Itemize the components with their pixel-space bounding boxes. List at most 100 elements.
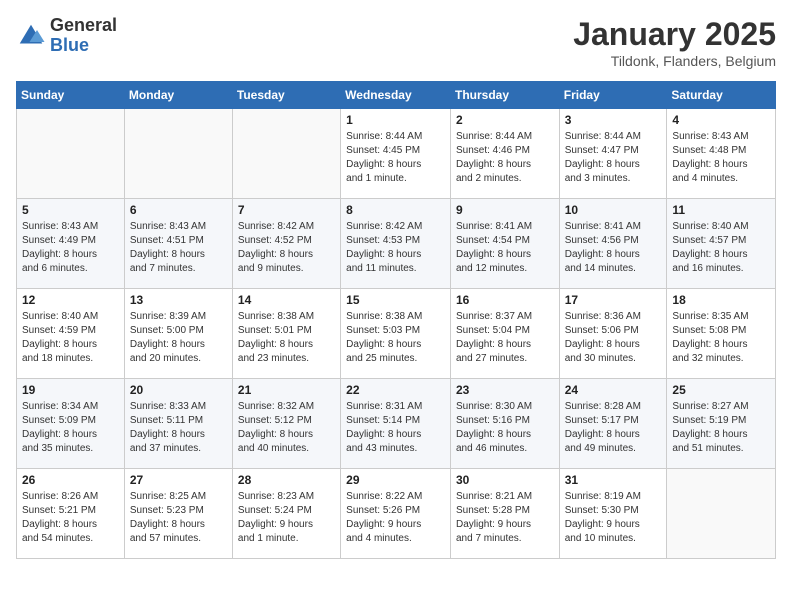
day-info: Sunrise: 8:26 AM Sunset: 5:21 PM Dayligh… (22, 490, 119, 546)
day-info: Sunrise: 8:40 AM Sunset: 4:57 PM Dayligh… (672, 220, 770, 276)
calendar-week-5: 26 Sunrise: 8:26 AM Sunset: 5:21 PM Dayli… (17, 469, 776, 559)
day-number: 20 (130, 383, 227, 397)
day-info: Sunrise: 8:40 AM Sunset: 4:59 PM Dayligh… (22, 310, 119, 366)
day-info: Sunrise: 8:35 AM Sunset: 5:08 PM Dayligh… (672, 310, 770, 366)
day-info: Sunrise: 8:38 AM Sunset: 5:01 PM Dayligh… (238, 310, 335, 366)
calendar-cell: 25 Sunrise: 8:27 AM Sunset: 5:19 PM Dayli… (667, 379, 776, 469)
weekday-header-tuesday: Tuesday (232, 82, 340, 109)
calendar-cell: 3 Sunrise: 8:44 AM Sunset: 4:47 PM Daylig… (559, 109, 667, 199)
calendar-cell: 19 Sunrise: 8:34 AM Sunset: 5:09 PM Dayli… (17, 379, 125, 469)
calendar-cell: 22Sunrise: 8:31 AM Sunset: 5:14 PM Dayli… (341, 379, 451, 469)
day-info: Sunrise: 8:22 AM Sunset: 5:26 PM Dayligh… (346, 490, 445, 546)
day-info: Sunrise: 8:21 AM Sunset: 5:28 PM Dayligh… (456, 490, 554, 546)
logo-general: General (50, 16, 117, 36)
day-number: 30 (456, 473, 554, 487)
day-info: Sunrise: 8:39 AM Sunset: 5:00 PM Dayligh… (130, 310, 227, 366)
day-number: 27 (130, 473, 227, 487)
logo-text: General Blue (50, 16, 117, 56)
calendar-week-2: 5 Sunrise: 8:43 AM Sunset: 4:49 PM Daylig… (17, 199, 776, 289)
calendar-cell: 14 Sunrise: 8:38 AM Sunset: 5:01 PM Dayli… (232, 289, 340, 379)
day-number: 5 (22, 203, 119, 217)
day-number: 23 (456, 383, 554, 397)
day-number: 26 (22, 473, 119, 487)
day-number: 2 (456, 113, 554, 127)
day-info: Sunrise: 8:44 AM Sunset: 4:47 PM Dayligh… (565, 130, 662, 186)
calendar-cell: 27 Sunrise: 8:25 AM Sunset: 5:23 PM Dayli… (124, 469, 232, 559)
day-number: 3 (565, 113, 662, 127)
day-info: Sunrise: 8:43 AM Sunset: 4:51 PM Dayligh… (130, 220, 227, 276)
calendar-cell: 12 Sunrise: 8:40 AM Sunset: 4:59 PM Dayli… (17, 289, 125, 379)
calendar-cell (667, 469, 776, 559)
weekday-row: SundayMondayTuesdayWednesdayThursdayFrid… (17, 82, 776, 109)
calendar-cell: 28 Sunrise: 8:23 AM Sunset: 5:24 PM Dayli… (232, 469, 340, 559)
day-number: 14 (238, 293, 335, 307)
weekday-header-thursday: Thursday (450, 82, 559, 109)
day-info: Sunrise: 8:37 AM Sunset: 5:04 PM Dayligh… (456, 310, 554, 366)
day-number: 7 (238, 203, 335, 217)
day-number: 25 (672, 383, 770, 397)
day-number: 12 (22, 293, 119, 307)
calendar-cell: 17Sunrise: 8:36 AM Sunset: 5:06 PM Dayli… (559, 289, 667, 379)
day-number: 17 (565, 293, 662, 307)
day-info: Sunrise: 8:30 AM Sunset: 5:16 PM Dayligh… (456, 400, 554, 456)
calendar-week-3: 12 Sunrise: 8:40 AM Sunset: 4:59 PM Dayli… (17, 289, 776, 379)
day-info: Sunrise: 8:34 AM Sunset: 5:09 PM Dayligh… (22, 400, 119, 456)
weekday-header-sunday: Sunday (17, 82, 125, 109)
calendar-cell: 15Sunrise: 8:38 AM Sunset: 5:03 PM Dayli… (341, 289, 451, 379)
calendar-cell: 29 Sunrise: 8:22 AM Sunset: 5:26 PM Dayli… (341, 469, 451, 559)
calendar-cell: 4Sunrise: 8:43 AM Sunset: 4:48 PM Daylig… (667, 109, 776, 199)
calendar-cell (17, 109, 125, 199)
calendar-cell: 6 Sunrise: 8:43 AM Sunset: 4:51 PM Daylig… (124, 199, 232, 289)
calendar-cell (232, 109, 340, 199)
calendar-cell: 1 Sunrise: 8:44 AM Sunset: 4:45 PM Daylig… (341, 109, 451, 199)
day-info: Sunrise: 8:43 AM Sunset: 4:49 PM Dayligh… (22, 220, 119, 276)
calendar-cell: 30 Sunrise: 8:21 AM Sunset: 5:28 PM Dayli… (450, 469, 559, 559)
calendar-cell: 7 Sunrise: 8:42 AM Sunset: 4:52 PM Daylig… (232, 199, 340, 289)
calendar-cell: 20Sunrise: 8:33 AM Sunset: 5:11 PM Dayli… (124, 379, 232, 469)
calendar-cell: 23 Sunrise: 8:30 AM Sunset: 5:16 PM Dayli… (450, 379, 559, 469)
day-info: Sunrise: 8:23 AM Sunset: 5:24 PM Dayligh… (238, 490, 335, 546)
day-info: Sunrise: 8:42 AM Sunset: 4:52 PM Dayligh… (238, 220, 335, 276)
day-number: 10 (565, 203, 662, 217)
day-info: Sunrise: 8:27 AM Sunset: 5:19 PM Dayligh… (672, 400, 770, 456)
calendar-cell: 10 Sunrise: 8:41 AM Sunset: 4:56 PM Dayli… (559, 199, 667, 289)
calendar-cell: 13 Sunrise: 8:39 AM Sunset: 5:00 PM Dayli… (124, 289, 232, 379)
calendar-cell: 31 Sunrise: 8:19 AM Sunset: 5:30 PM Dayli… (559, 469, 667, 559)
day-info: Sunrise: 8:32 AM Sunset: 5:12 PM Dayligh… (238, 400, 335, 456)
day-info: Sunrise: 8:19 AM Sunset: 5:30 PM Dayligh… (565, 490, 662, 546)
calendar-cell: 18Sunrise: 8:35 AM Sunset: 5:08 PM Dayli… (667, 289, 776, 379)
weekday-header-monday: Monday (124, 82, 232, 109)
day-info: Sunrise: 8:44 AM Sunset: 4:45 PM Dayligh… (346, 130, 445, 186)
day-info: Sunrise: 8:41 AM Sunset: 4:54 PM Dayligh… (456, 220, 554, 276)
day-number: 16 (456, 293, 554, 307)
day-number: 19 (22, 383, 119, 397)
calendar-cell: 11 Sunrise: 8:40 AM Sunset: 4:57 PM Dayli… (667, 199, 776, 289)
weekday-header-wednesday: Wednesday (341, 82, 451, 109)
day-number: 1 (346, 113, 445, 127)
location: Tildonk, Flanders, Belgium (573, 53, 776, 69)
calendar-cell: 16 Sunrise: 8:37 AM Sunset: 5:04 PM Dayli… (450, 289, 559, 379)
day-number: 15 (346, 293, 445, 307)
calendar-cell: 26 Sunrise: 8:26 AM Sunset: 5:21 PM Dayli… (17, 469, 125, 559)
day-info: Sunrise: 8:41 AM Sunset: 4:56 PM Dayligh… (565, 220, 662, 276)
calendar-week-4: 19 Sunrise: 8:34 AM Sunset: 5:09 PM Dayli… (17, 379, 776, 469)
day-number: 11 (672, 203, 770, 217)
day-number: 13 (130, 293, 227, 307)
logo-blue: Blue (50, 36, 117, 56)
calendar-body: 1 Sunrise: 8:44 AM Sunset: 4:45 PM Daylig… (17, 109, 776, 559)
day-number: 6 (130, 203, 227, 217)
calendar-week-1: 1 Sunrise: 8:44 AM Sunset: 4:45 PM Daylig… (17, 109, 776, 199)
day-number: 28 (238, 473, 335, 487)
day-info: Sunrise: 8:25 AM Sunset: 5:23 PM Dayligh… (130, 490, 227, 546)
logo-icon (16, 21, 46, 51)
calendar-cell: 5 Sunrise: 8:43 AM Sunset: 4:49 PM Daylig… (17, 199, 125, 289)
month-title: January 2025 (573, 16, 776, 53)
page-header: General Blue January 2025 Tildonk, Fland… (16, 16, 776, 69)
day-number: 29 (346, 473, 445, 487)
day-number: 8 (346, 203, 445, 217)
day-number: 9 (456, 203, 554, 217)
calendar-table: SundayMondayTuesdayWednesdayThursdayFrid… (16, 81, 776, 559)
day-info: Sunrise: 8:28 AM Sunset: 5:17 PM Dayligh… (565, 400, 662, 456)
day-number: 31 (565, 473, 662, 487)
calendar-cell: 9 Sunrise: 8:41 AM Sunset: 4:54 PM Daylig… (450, 199, 559, 289)
